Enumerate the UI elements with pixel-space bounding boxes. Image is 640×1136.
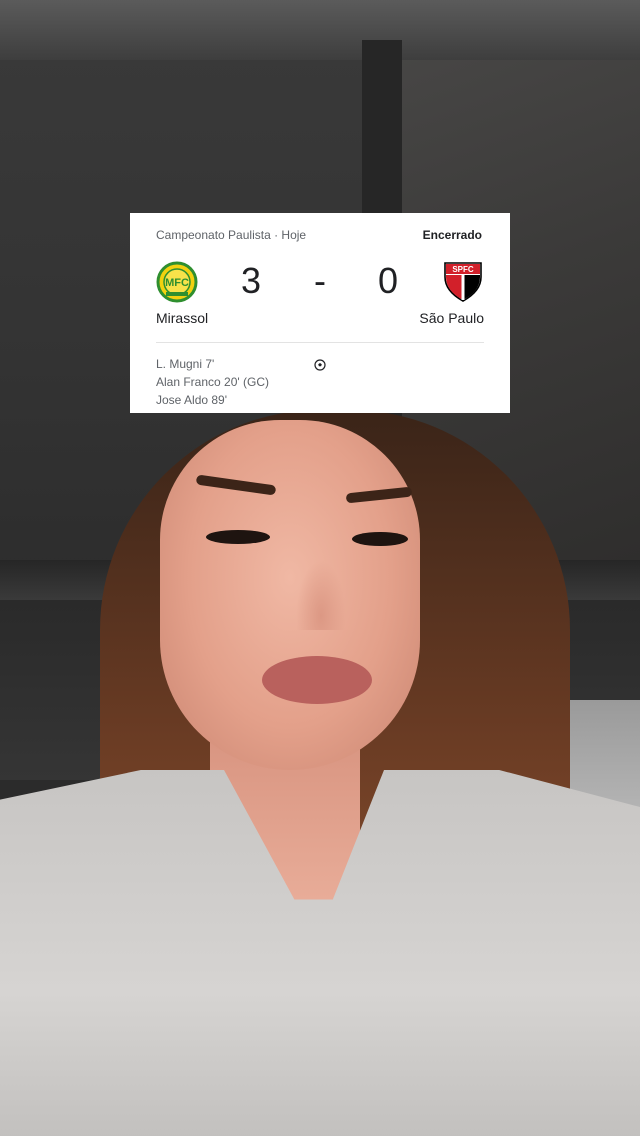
goal-scorers-list: L. Mugni 7' Alan Franco 20' (GC) Jose Al… bbox=[156, 355, 269, 409]
card-divider bbox=[156, 342, 484, 343]
goal-scorer: Jose Aldo 89' bbox=[156, 393, 228, 407]
match-status: Encerrado bbox=[422, 228, 482, 242]
person-lips bbox=[262, 656, 372, 704]
goal-scorer: L. Mugni 7' bbox=[156, 357, 215, 371]
home-team-name: Mirassol bbox=[156, 310, 209, 326]
video-frame: Campeonato Paulista · Hoje Encerrado MFC… bbox=[0, 0, 640, 1136]
person-nose bbox=[296, 560, 346, 630]
away-team-name: São Paulo bbox=[419, 310, 484, 326]
match-score-card[interactable]: Campeonato Paulista · Hoje Encerrado MFC… bbox=[130, 213, 510, 413]
person-face bbox=[160, 420, 420, 770]
spfc-logo-text: SPFC bbox=[452, 265, 474, 274]
mirassol-crest-icon: MFC bbox=[156, 261, 198, 303]
cabinet-top bbox=[0, 0, 640, 60]
score-separator: - bbox=[314, 260, 326, 301]
person-left-eye bbox=[206, 530, 270, 544]
goal-scorer: Alan Franco 20' (GC) bbox=[156, 375, 269, 389]
match-card-header: Campeonato Paulista · Hoje Encerrado bbox=[156, 228, 482, 242]
person-right-eye bbox=[352, 532, 408, 546]
sao-paulo-crest-icon: SPFC bbox=[442, 261, 484, 303]
away-score: 0 bbox=[377, 260, 399, 301]
mirassol-logo-text: MFC bbox=[165, 277, 189, 289]
home-score: 3 bbox=[240, 260, 262, 301]
competition-label: Campeonato Paulista · Hoje bbox=[156, 228, 307, 242]
soccer-ball-icon bbox=[314, 358, 326, 371]
